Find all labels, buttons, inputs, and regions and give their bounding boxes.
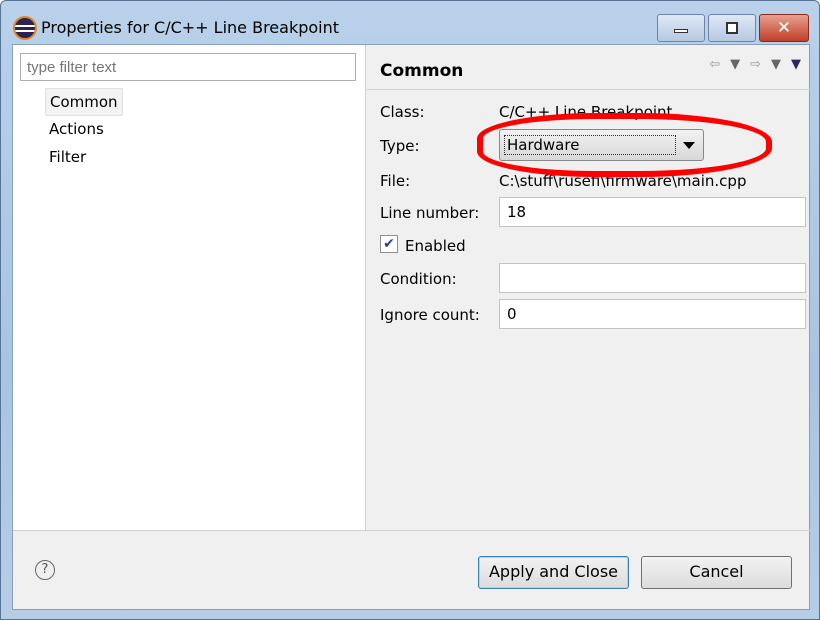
close-icon: ✕ bbox=[776, 18, 792, 38]
ignore-count-input[interactable]: 0 bbox=[499, 299, 806, 329]
page-tree: Common Actions Filter bbox=[45, 88, 123, 172]
type-label: Type: bbox=[380, 137, 420, 155]
enabled-checkbox[interactable]: ✔ bbox=[380, 235, 398, 253]
tree-item-actions[interactable]: Actions bbox=[45, 116, 123, 144]
button-bar: ? Apply and Close Cancel bbox=[13, 530, 811, 611]
condition-label: Condition: bbox=[380, 270, 457, 288]
page-tree-panel: Common Actions Filter bbox=[13, 45, 366, 530]
page-title: Common bbox=[380, 61, 464, 81]
header-divider bbox=[367, 89, 811, 90]
maximize-button[interactable] bbox=[708, 14, 756, 42]
back-dropdown-icon[interactable]: ▼ bbox=[730, 57, 740, 72]
filter-input[interactable] bbox=[20, 53, 356, 81]
window-title: Properties for C/C++ Line Breakpoint bbox=[41, 18, 340, 37]
back-arrow-icon[interactable]: ⇦ bbox=[709, 57, 720, 72]
minimize-icon bbox=[674, 29, 688, 33]
class-label: Class: bbox=[380, 103, 425, 121]
tree-item-filter[interactable]: Filter bbox=[45, 144, 123, 172]
forward-dropdown-icon[interactable]: ▼ bbox=[771, 57, 781, 72]
minimize-button[interactable] bbox=[657, 14, 705, 42]
apply-and-close-button[interactable]: Apply and Close bbox=[478, 556, 629, 589]
condition-input[interactable] bbox=[499, 263, 806, 293]
line-number-label: Line number: bbox=[380, 204, 480, 222]
line-number-input[interactable]: 18 bbox=[499, 197, 806, 227]
history-nav: ⇦ ▼ ⇨ ▼ ▼ bbox=[709, 57, 801, 72]
eclipse-icon bbox=[13, 16, 37, 40]
enabled-label: Enabled bbox=[405, 237, 466, 255]
tree-item-common[interactable]: Common bbox=[45, 88, 123, 116]
cancel-button[interactable]: Cancel bbox=[641, 556, 792, 589]
maximize-icon bbox=[726, 22, 738, 34]
view-menu-icon[interactable]: ▼ bbox=[791, 57, 801, 72]
help-icon[interactable]: ? bbox=[35, 560, 55, 580]
dialog-body: Common Actions Filter Common ⇦ ▼ ⇨ ▼ ▼ C… bbox=[12, 44, 811, 611]
dialog-window: Properties for C/C++ Line Breakpoint ✕ C… bbox=[0, 0, 820, 620]
forward-arrow-icon[interactable]: ⇨ bbox=[750, 57, 761, 72]
file-label: File: bbox=[380, 172, 411, 190]
red-annotation-circle bbox=[477, 113, 772, 177]
ignore-count-label: Ignore count: bbox=[380, 306, 480, 324]
close-button[interactable]: ✕ bbox=[759, 14, 809, 42]
properties-panel: Common ⇦ ▼ ⇨ ▼ ▼ Class: C/C++ Line Break… bbox=[367, 45, 811, 530]
